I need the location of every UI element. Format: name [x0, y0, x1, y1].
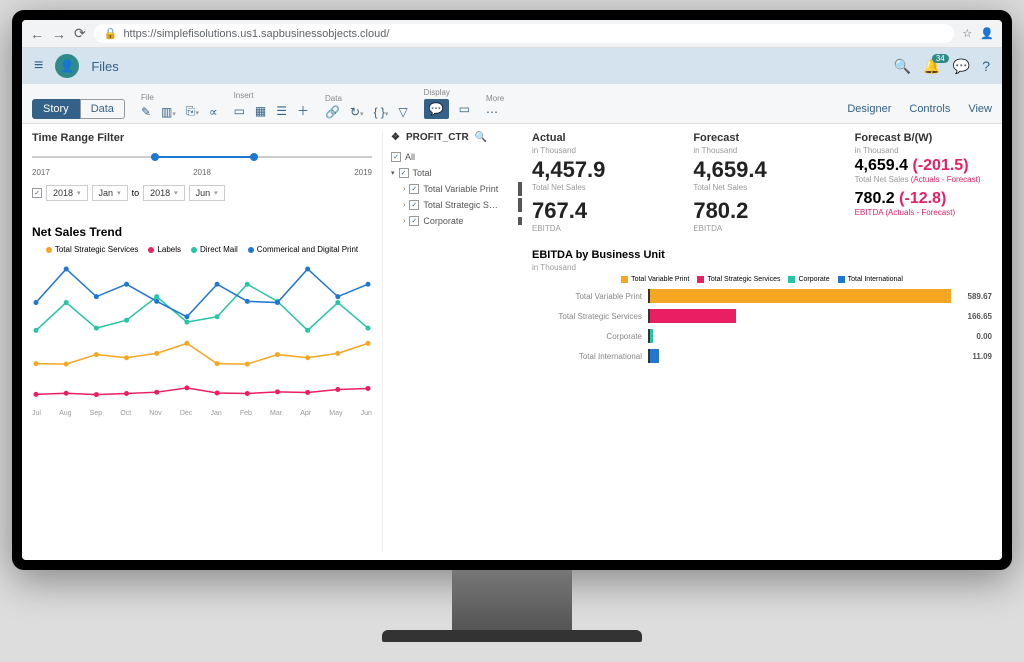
from-year-select[interactable]: 2018▾ [46, 185, 88, 201]
url-text: https://simplefisolutions.us1.sapbusines… [123, 28, 389, 40]
save-icon[interactable]: ✎ [141, 105, 151, 119]
formula-icon[interactable]: { }▾ [374, 105, 389, 119]
files-label: Files [91, 59, 882, 74]
more-icon[interactable]: ⋯ [486, 105, 498, 119]
line-chart [32, 258, 372, 408]
group-file-label: File [141, 93, 218, 102]
forward-icon[interactable]: → [52, 26, 66, 42]
app-header: ≡ 👤 Files 🔍 🔔34 💬 ? [22, 48, 1002, 84]
hbar-tvp: Total Variable Print 589.67 [532, 289, 992, 303]
link-view[interactable]: View [968, 103, 992, 115]
tab-story[interactable]: Story [32, 99, 80, 119]
tree-tss[interactable]: ›✓Total Strategic S… [391, 197, 522, 213]
star-icon[interactable]: ☆ [962, 27, 972, 40]
page-icon[interactable]: ▥▾ [161, 105, 176, 119]
tree-total[interactable]: ▾✓Total [391, 165, 522, 181]
help-icon[interactable]: ? [982, 58, 990, 74]
comment-icon[interactable]: 💬 [424, 99, 449, 119]
to-month-select[interactable]: Jun▾ [189, 185, 225, 201]
refresh-icon[interactable]: ↻▾ [350, 105, 364, 119]
filter-icon[interactable]: ▽ [398, 105, 407, 119]
year-label-3: 2019 [354, 168, 372, 177]
time-range-title: Time Range Filter [32, 132, 372, 144]
menu-icon[interactable]: ≡ [34, 57, 43, 75]
from-month-select[interactable]: Jan▾ [92, 185, 128, 201]
profit-ctr-label: PROFIT_CTR [406, 132, 469, 143]
tree-all[interactable]: ✓All [391, 149, 522, 165]
browser-bar: ← → ⟳ 🔒 https://simplefisolutions.us1.sa… [22, 20, 1002, 48]
hbar-tint: Total International 11.09 [532, 349, 992, 363]
x-axis-labels: JulAugSepOctNovDecJanFebMarAprMayJun [32, 410, 372, 417]
profit-search-icon[interactable]: 🔍 [475, 132, 487, 143]
hbar-corp: Corporate 0.00 [532, 329, 992, 343]
ebitda-legend: Total Variable Print Total Strategic Ser… [532, 276, 992, 283]
notifications-icon[interactable]: 🔔34 [923, 58, 940, 75]
search-icon[interactable]: 🔍 [894, 58, 911, 75]
back-icon[interactable]: ← [30, 26, 44, 42]
tab-data[interactable]: Data [80, 99, 125, 119]
link-icon[interactable]: 🔗 [325, 105, 340, 119]
line-legend: Total Strategic Services Labels Direct M… [32, 245, 372, 254]
layout-icon[interactable]: ▭ [459, 102, 470, 116]
tree-tvp[interactable]: ›✓Total Variable Print [391, 181, 522, 197]
tab-group: Story Data [32, 99, 125, 119]
kpi-actual: Actual in Thousand 4,457.9 Total Net Sal… [532, 132, 669, 233]
group-data-label: Data [325, 94, 408, 103]
net-sales-title: Net Sales Trend [32, 225, 372, 239]
group-more-label: More [486, 94, 504, 103]
user-icon[interactable]: 👤 [980, 27, 994, 40]
toolbar: Story Data File ✎ ▥▾ ⎘▾ ∝ Insert ▭ ▦ ☰ ＋… [22, 84, 1002, 124]
copy-icon[interactable]: ⎘▾ [186, 104, 199, 119]
chart-icon[interactable]: ▭ [234, 104, 245, 118]
avatar[interactable]: 👤 [55, 54, 79, 78]
group-display-label: Display [424, 88, 470, 97]
chat-icon[interactable]: 💬 [953, 58, 970, 75]
year-label-1: 2017 [32, 168, 50, 177]
lock-icon: 🔒 [104, 27, 118, 40]
to-year-select[interactable]: 2018▾ [143, 185, 185, 201]
url-bar[interactable]: 🔒 https://simplefisolutions.us1.sapbusin… [94, 24, 955, 43]
to-label: to [132, 188, 140, 198]
table-icon[interactable]: ▦ [255, 104, 266, 118]
link-controls[interactable]: Controls [909, 103, 950, 115]
link-designer[interactable]: Designer [847, 103, 891, 115]
add-icon[interactable]: ＋ [297, 102, 309, 119]
share-icon[interactable]: ∝ [209, 105, 218, 119]
hbar-tss: Total Strategic Services 166.65 [532, 309, 992, 323]
kpi-forecast: Forecast in Thousand 4,659.4 Total Net S… [693, 132, 830, 233]
year-label-2: 2018 [193, 168, 211, 177]
hierarchy-icon: ❖ [391, 132, 400, 143]
ebitda-title: EBITDA by Business Unit [532, 249, 992, 261]
text-icon[interactable]: ☰ [276, 104, 287, 118]
group-insert-label: Insert [234, 91, 309, 100]
reload-icon[interactable]: ⟳ [74, 25, 86, 42]
kpi-bw: Forecast B/(W) in Thousand 4,659.4 (-201… [855, 132, 992, 233]
tree-corp[interactable]: ›✓Corporate [391, 213, 522, 229]
time-slider[interactable] [32, 150, 372, 164]
date-checkbox[interactable]: ✓ [32, 188, 42, 198]
